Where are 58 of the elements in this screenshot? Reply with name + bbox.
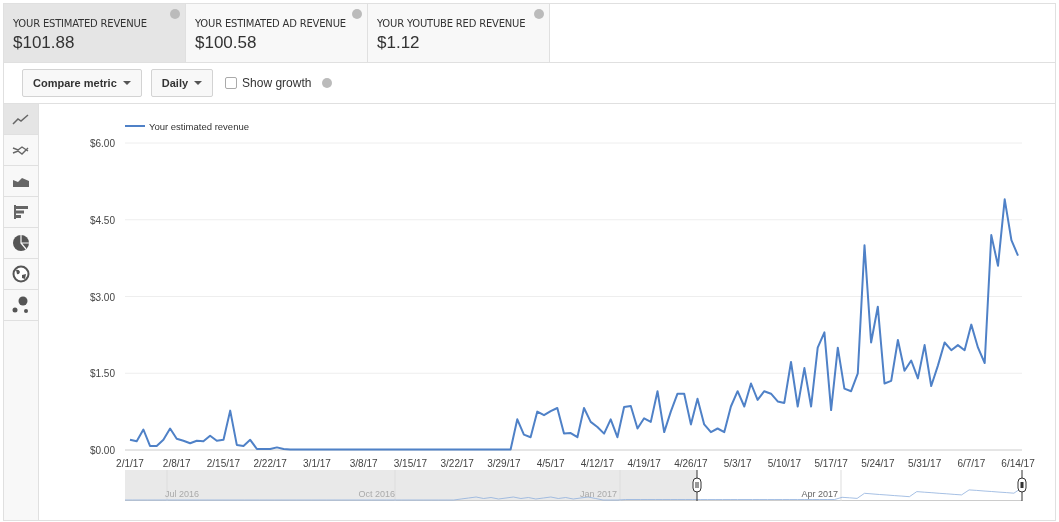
caret-icon bbox=[194, 81, 203, 85]
x-axis-label: 4/5/17 bbox=[536, 458, 565, 469]
x-axis-label: 2/8/17 bbox=[162, 458, 191, 469]
legend-line bbox=[124, 125, 146, 127]
line-chart-icon bbox=[12, 114, 29, 125]
x-axis-label: 4/12/17 bbox=[580, 458, 615, 469]
y-axis-label: $3.00 bbox=[89, 291, 115, 303]
x-axis-label: 2/22/17 bbox=[253, 458, 287, 469]
range-handle[interactable] bbox=[1017, 469, 1027, 502]
metric-tab[interactable]: YOUR ESTIMATED AD REVENUE $100.58 bbox=[186, 4, 368, 62]
navigator-date-label: Apr 2017 bbox=[801, 489, 838, 499]
x-axis-label: 3/8/17 bbox=[349, 458, 378, 469]
x-axis-label: 4/26/17 bbox=[674, 458, 708, 469]
y-axis-label: $6.00 bbox=[89, 138, 115, 149]
area-chart-icon bbox=[13, 178, 29, 187]
metric-tab[interactable]: YOUR ESTIMATED REVENUE $101.88 bbox=[4, 4, 186, 62]
pie-chart-icon bbox=[13, 234, 30, 251]
y-axis-label: $0.00 bbox=[89, 445, 115, 456]
globe-icon bbox=[12, 265, 30, 283]
x-axis-label: 5/24/17 bbox=[861, 458, 895, 469]
chart-type-button[interactable] bbox=[4, 259, 38, 290]
chart-type-button[interactable] bbox=[4, 135, 38, 166]
x-axis-label: 5/10/17 bbox=[767, 458, 802, 469]
checkbox[interactable] bbox=[225, 77, 238, 89]
x-axis-label: 5/17/17 bbox=[814, 458, 848, 469]
x-axis-label: 3/29/17 bbox=[487, 458, 521, 469]
x-axis-label: 6/14/17 bbox=[1001, 458, 1035, 469]
legend-label: Your estimated revenue bbox=[149, 121, 249, 132]
metric-value: $101.88 bbox=[13, 33, 76, 53]
chart-type-button[interactable] bbox=[4, 197, 38, 228]
x-axis-label: 3/15/17 bbox=[393, 458, 428, 469]
y-axis-label: $4.50 bbox=[89, 214, 115, 226]
checkbox-label[interactable]: Show growth bbox=[242, 76, 312, 90]
range-handle[interactable] bbox=[692, 469, 702, 502]
metric-label: YOUR ESTIMATED REVENUE bbox=[13, 18, 148, 29]
metric-label: YOUR ESTIMATED AD REVENUE bbox=[195, 18, 347, 29]
x-axis-label: 2/15/17 bbox=[206, 458, 241, 469]
metric-value: $1.12 bbox=[377, 33, 421, 53]
metric-value: $100.58 bbox=[195, 33, 258, 53]
x-axis-label: 4/19/17 bbox=[627, 458, 661, 469]
x-axis-label: 3/22/17 bbox=[440, 458, 474, 469]
multi-line-chart-icon bbox=[12, 146, 29, 155]
x-axis-label: 5/31/17 bbox=[907, 458, 942, 469]
x-axis-label: 6/7/17 bbox=[957, 458, 986, 469]
bar-chart-icon bbox=[14, 205, 28, 219]
metric-tab[interactable]: YOUR YOUTUBE RED REVENUE $1.12 bbox=[368, 4, 550, 62]
chart-type-button[interactable] bbox=[4, 290, 38, 321]
caret-icon bbox=[122, 81, 131, 85]
chart-type-button[interactable] bbox=[4, 228, 38, 259]
x-axis-label: 5/3/17 bbox=[723, 458, 752, 469]
bubble-chart-icon bbox=[12, 296, 28, 313]
x-axis-label: 2/1/17 bbox=[116, 458, 144, 469]
compare-metric-dropdown[interactable]: Compare metric bbox=[22, 69, 142, 97]
x-axis-label: 3/1/17 bbox=[303, 458, 331, 469]
metric-label: YOUR YOUTUBE RED REVENUE bbox=[377, 18, 527, 29]
period-dropdown[interactable]: Daily bbox=[150, 69, 214, 97]
chart-type-button[interactable] bbox=[4, 166, 38, 197]
y-axis-label: $1.50 bbox=[89, 368, 115, 380]
